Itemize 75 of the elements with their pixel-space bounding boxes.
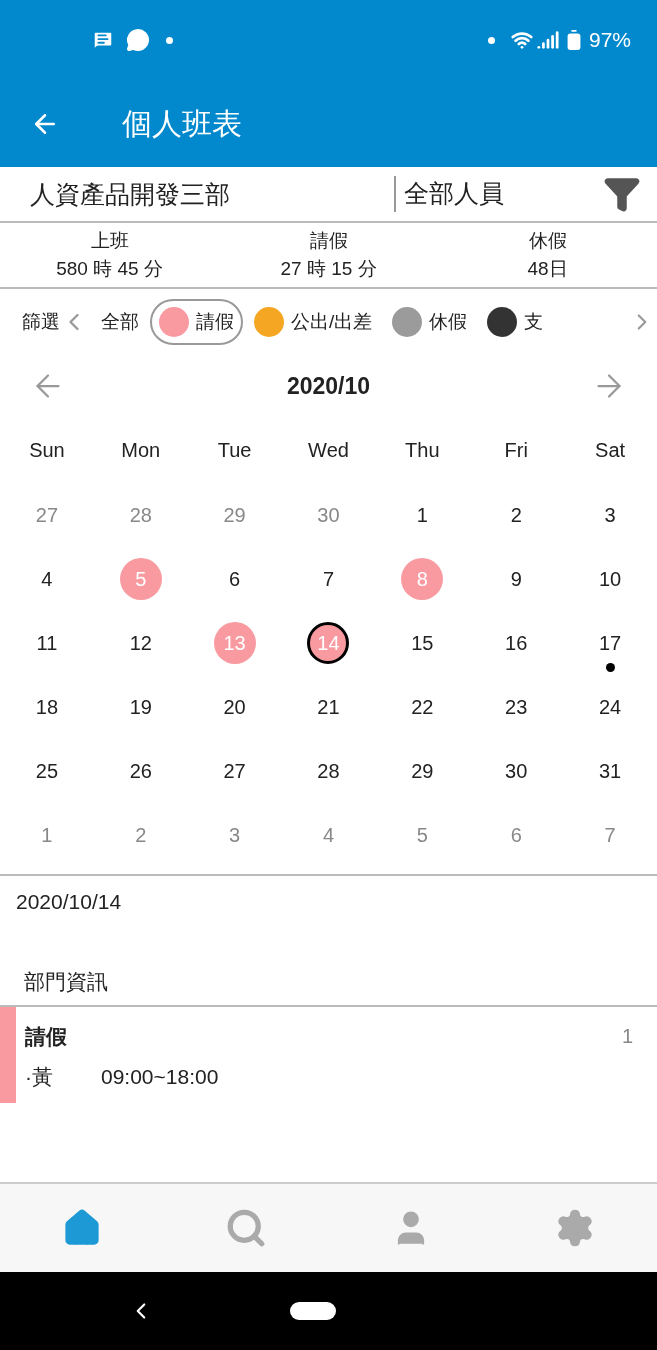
calendar-day[interactable]: 29 (213, 494, 256, 536)
calendar-day[interactable]: 18 (25, 686, 68, 728)
calendar-day[interactable]: 1 (401, 494, 444, 536)
summary-label: 上班 (90, 229, 129, 253)
calendar-day[interactable]: 19 (119, 686, 162, 728)
calendar-day[interactable]: 31 (589, 750, 632, 792)
calendar-day[interactable]: 3 (589, 494, 632, 536)
calendar-day[interactable]: 2 (495, 494, 538, 536)
event-count: 1 (621, 1024, 633, 1049)
calendar-day[interactable]: 11 (25, 622, 68, 664)
event-title: 請假 (25, 1024, 67, 1050)
weekday-label: Tue (216, 438, 253, 463)
weekday-label: Fri (503, 438, 529, 463)
message-icon (92, 29, 114, 51)
calendar-day[interactable]: 7 (589, 814, 632, 856)
summary-value: 48日 (527, 257, 568, 281)
calendar-day[interactable]: 28 (307, 750, 350, 792)
calendar-day[interactable]: 28 (119, 494, 162, 536)
calendar-day[interactable]: 4 (25, 558, 68, 600)
event-card[interactable]: 請假 1 ·黃 09:00~18:00 (0, 1007, 657, 1103)
calendar-day[interactable]: 24 (589, 686, 632, 728)
shift-time: 09:00~18:00 (101, 1063, 219, 1090)
employee-name: ·黃 (25, 1063, 54, 1090)
page-title: 個人班表 (122, 106, 242, 142)
summary-value: 27 時 15 分 (280, 257, 377, 281)
calendar-day[interactable]: 9 (495, 558, 538, 600)
calendar-day[interactable]: 16 (495, 622, 538, 664)
calendar-day[interactable]: 25 (25, 750, 68, 792)
calendar-day[interactable]: 4 (307, 814, 350, 856)
department-selector[interactable]: 人資產品開發三部 (0, 176, 396, 212)
calendar-day[interactable]: 21 (307, 686, 350, 728)
calendar-day[interactable]: 5 (401, 814, 444, 856)
summary-label: 請假 (309, 229, 348, 253)
calendar-day[interactable]: 6 (495, 814, 538, 856)
calendar-day[interactable]: 10 (589, 558, 632, 600)
chat-icon (126, 28, 150, 52)
calendar-day[interactable]: 27 (213, 750, 256, 792)
calendar-day[interactable]: 29 (401, 750, 444, 792)
calendar-day[interactable]: 26 (119, 750, 162, 792)
weekday-label: Sun (28, 438, 66, 463)
filter-icon[interactable] (603, 175, 641, 213)
calendar-day[interactable]: 2 (119, 814, 162, 856)
filter-label: 篩選 (22, 309, 60, 334)
calendar-day[interactable]: 12 (119, 622, 162, 664)
filter-chip[interactable]: 請假 (150, 299, 243, 345)
summary-label: 休假 (528, 229, 567, 253)
summary-value: 580 時 45 分 (56, 257, 163, 281)
calendar-day[interactable]: 17 (589, 622, 632, 664)
home-pill[interactable] (290, 1302, 336, 1320)
month-title: 2020/10 (286, 371, 371, 401)
calendar-day[interactable]: 22 (401, 686, 444, 728)
calendar-day[interactable]: 20 (213, 686, 256, 728)
calendar-day[interactable]: 23 (495, 686, 538, 728)
calendar-day[interactable]: 7 (307, 558, 350, 600)
filter-chip[interactable]: 全部 (92, 299, 148, 345)
calendar-day[interactable]: 3 (213, 814, 256, 856)
calendar-day[interactable]: 30 (495, 750, 538, 792)
calendar-day[interactable]: 6 (213, 558, 256, 600)
filter-chip[interactable]: 公出/出差 (245, 299, 382, 345)
calendar-day[interactable]: 1 (25, 814, 68, 856)
wifi-icon (510, 29, 533, 51)
filter-chip[interactable]: 支 (478, 299, 553, 345)
section-title: 部門資訊 (24, 969, 108, 993)
filter-chip[interactable]: 休假 (383, 299, 477, 345)
people-selector[interactable]: 全部人員 (396, 175, 603, 213)
weekday-label: Wed (307, 438, 350, 463)
weekday-label: Mon (120, 438, 162, 463)
weekday-label: Thu (404, 438, 441, 463)
weekday-label: Sat (594, 438, 627, 463)
calendar-day[interactable]: 27 (25, 494, 68, 536)
battery-level: 97% (588, 27, 631, 54)
calendar-day[interactable]: 15 (401, 622, 444, 664)
signal-icon (536, 29, 559, 51)
selected-date: 2020/10/14 (16, 890, 122, 913)
calendar-day[interactable]: 30 (307, 494, 350, 536)
